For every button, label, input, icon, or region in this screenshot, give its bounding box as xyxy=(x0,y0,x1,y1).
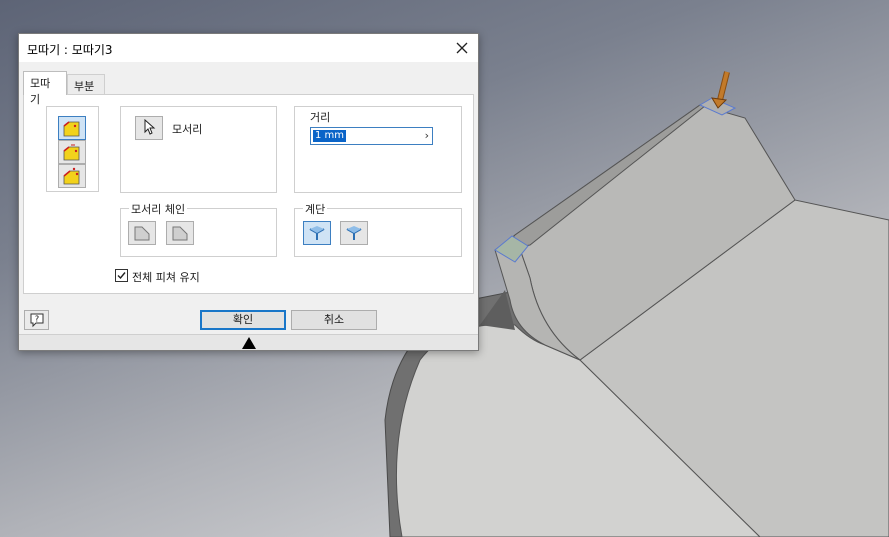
cursor-arrow-icon xyxy=(142,118,156,138)
expand-arrow-icon[interactable] xyxy=(241,336,257,353)
edge-chain-group: 모서리 체인 xyxy=(120,201,277,257)
individual-edge-icon[interactable] xyxy=(166,221,194,245)
edges-select-button[interactable] xyxy=(135,116,163,140)
distance-value: 1 mm xyxy=(313,130,347,142)
setback-on-icon[interactable] xyxy=(303,221,331,245)
edge-chain-label: 모서리 체인 xyxy=(129,201,188,217)
preserve-features-label: 전체 피쳐 유지 xyxy=(132,271,200,284)
chamfer-dialog: 모따기 : 모따기3 모따기 부분 모서리 거리 1 mm › 모서리 체인 계… xyxy=(18,33,479,351)
edges-group: 모서리 xyxy=(120,106,277,193)
chamfer-distance-icon[interactable] xyxy=(58,116,86,140)
dialog-expander[interactable] xyxy=(19,334,478,350)
setback-off-icon[interactable] xyxy=(340,221,368,245)
distance-group: 거리 1 mm › xyxy=(294,106,462,193)
distance-input[interactable]: 1 mm › xyxy=(310,127,433,145)
chamfer-distance-angle-icon[interactable] xyxy=(58,140,86,164)
svg-text:?: ? xyxy=(34,315,38,324)
method-group xyxy=(46,106,99,192)
chevron-right-icon[interactable]: › xyxy=(425,129,429,142)
edges-label: 모서리 xyxy=(172,123,203,136)
help-icon: ? xyxy=(29,313,45,331)
setback-label: 계단 xyxy=(303,201,328,217)
chain-edges-icon[interactable] xyxy=(128,221,156,245)
ok-button[interactable]: 확인 xyxy=(200,310,286,330)
setback-group: 계단 xyxy=(294,201,462,257)
tab-partial-label: 부분 xyxy=(74,80,95,93)
chamfer-two-distances-icon[interactable] xyxy=(58,164,86,188)
dialog-title: 모따기 : 모따기3 xyxy=(27,43,113,57)
distance-manipulator[interactable] xyxy=(711,71,730,109)
tab-panel: 모서리 거리 1 mm › 모서리 체인 계단 xyxy=(23,94,474,294)
distance-label: 거리 xyxy=(310,111,331,124)
preserve-features-checkbox[interactable] xyxy=(115,269,128,282)
dialog-titlebar[interactable]: 모따기 : 모따기3 xyxy=(19,34,478,62)
tab-chamfer[interactable]: 모따기 xyxy=(23,71,67,106)
cancel-button[interactable]: 취소 xyxy=(291,310,377,330)
close-icon[interactable] xyxy=(450,36,474,60)
help-button[interactable]: ? xyxy=(24,310,49,330)
tab-partial[interactable]: 부분 xyxy=(67,74,105,95)
